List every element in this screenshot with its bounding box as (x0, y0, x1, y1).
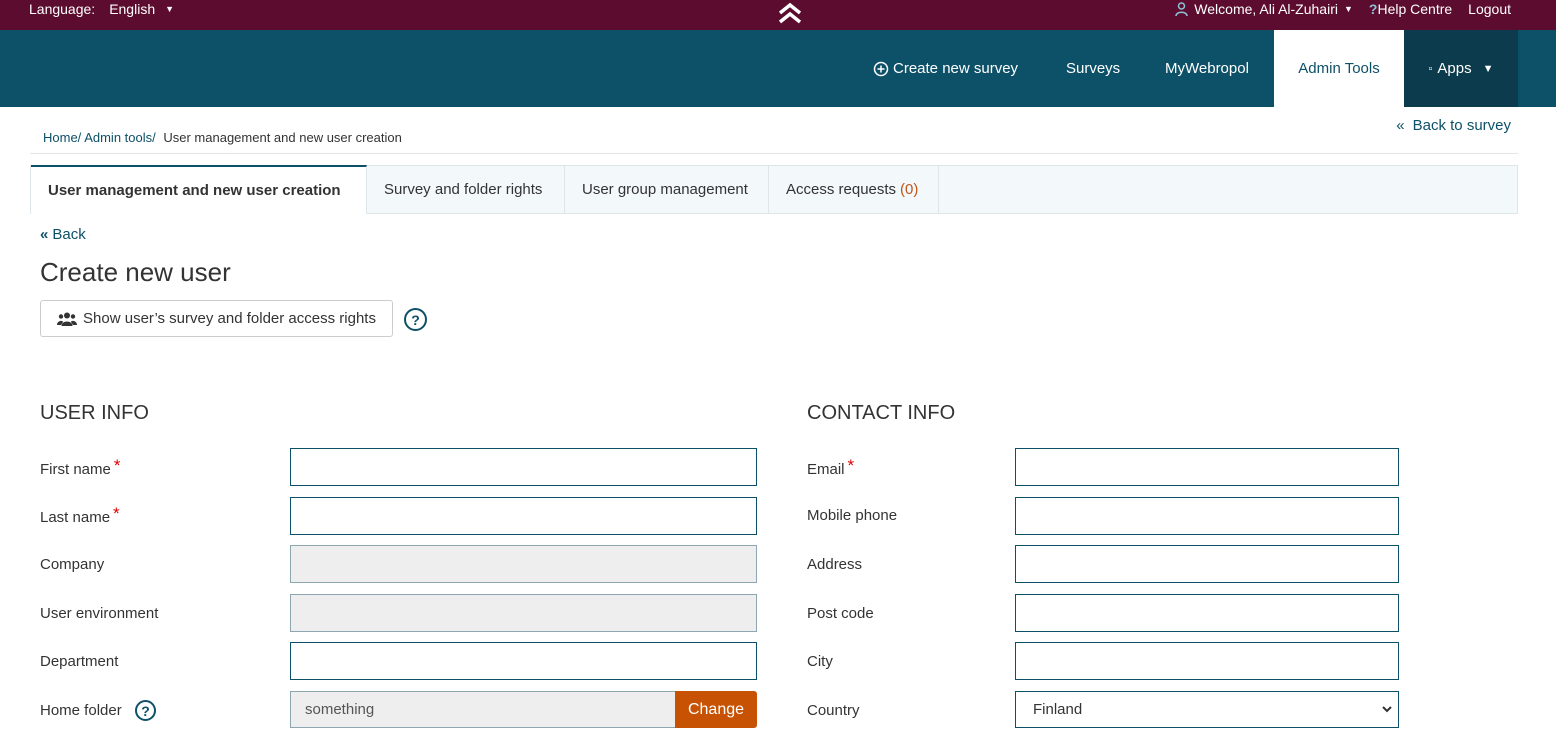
user-menu[interactable]: Welcome, Ali Al-Zuhairi ▼ (1175, 1, 1353, 17)
admin-tabs: User management and new user creation Su… (30, 165, 1518, 214)
breadcrumb: Home/ Admin tools/ User management and n… (43, 130, 402, 145)
breadcrumb-current: User management and new user creation (163, 130, 402, 145)
caret-down-icon: ▼ (165, 4, 175, 14)
back-link[interactable]: « Back (40, 226, 86, 243)
first-name-text: First name (40, 461, 111, 478)
home-folder-input: something (290, 691, 676, 728)
tab-label: Survey and folder rights (384, 181, 543, 198)
language-label: Language: (29, 1, 96, 17)
nav-create-label: Create new survey (893, 60, 1019, 77)
user-info-heading: USER INFO (40, 402, 149, 424)
nav-apps-label: Apps (1437, 60, 1472, 77)
divider (30, 153, 1518, 154)
nav-surveys[interactable]: Surveys (1066, 30, 1120, 107)
breadcrumb-home[interactable]: Home/ (43, 130, 81, 145)
last-name-text: Last name (40, 509, 111, 526)
back-to-survey-link[interactable]: « Back to survey (1396, 117, 1511, 134)
chevron-down-icon (1382, 706, 1392, 713)
user-environment-input (290, 594, 757, 632)
address-input[interactable] (1015, 545, 1399, 583)
department-input[interactable] (290, 642, 757, 680)
contact-info-heading: CONTACT INFO (807, 402, 956, 424)
welcome-text: Welcome, Ali Al-Zuhairi (1194, 1, 1338, 17)
help-centre-link[interactable]: ? Help Centre (1369, 1, 1452, 17)
help-icon[interactable]: ? (135, 700, 156, 721)
tab-label: User group management (582, 181, 748, 198)
post-code-label: Post code (807, 605, 874, 622)
users-icon (57, 312, 78, 326)
top-bar: Language: English ▼ Welcome, Ali Al-Zuha… (0, 0, 1556, 30)
mobile-phone-label: Mobile phone (807, 507, 898, 524)
back-label: Back (52, 226, 86, 243)
tab-survey-folder-rights[interactable]: Survey and folder rights (367, 166, 565, 213)
required-mark: * (113, 504, 120, 523)
required-mark: * (847, 456, 855, 475)
nav-create-survey[interactable]: Create new survey (873, 30, 1018, 107)
nav-apps[interactable]: ▫ Apps ▼ (1404, 30, 1518, 107)
country-label: Country (807, 702, 860, 719)
tab-user-group-management[interactable]: User group management (565, 166, 769, 213)
city-input[interactable] (1015, 642, 1399, 680)
tab-label: User management and new user creation (48, 182, 341, 199)
question-icon: ? (1368, 1, 1378, 17)
email-label: Email * (807, 456, 855, 479)
company-label: Company (40, 556, 105, 573)
last-name-input[interactable] (290, 497, 757, 535)
city-label: City (807, 653, 833, 670)
help-icon[interactable]: ? (404, 308, 427, 331)
tab-access-requests[interactable]: Access requests (0) (769, 166, 939, 213)
home-folder-label: Home folder (40, 702, 122, 719)
first-name-label: First name * (40, 456, 121, 479)
mobile-phone-input[interactable] (1015, 497, 1399, 535)
access-requests-count: (0) (900, 181, 919, 198)
nav-admin-tools[interactable]: Admin Tools (1274, 30, 1404, 107)
nav-mywebropol[interactable]: MyWebropol (1165, 30, 1249, 107)
help-centre-label: Help Centre (1377, 1, 1453, 17)
post-code-input[interactable] (1015, 594, 1399, 632)
back-to-survey-label: Back to survey (1412, 117, 1511, 134)
change-home-folder-button[interactable]: Change (675, 691, 757, 728)
double-chevron-left-icon: « (40, 226, 49, 243)
breadcrumb-admin-tools[interactable]: Admin tools/ (84, 130, 156, 145)
caret-down-icon: ▼ (1482, 62, 1494, 75)
double-chevron-left-icon: « (1396, 117, 1405, 134)
country-select[interactable]: Finland (1015, 691, 1399, 728)
logout-link[interactable]: Logout (1468, 1, 1511, 17)
email-input[interactable] (1015, 448, 1399, 486)
address-label: Address (807, 556, 863, 573)
country-value: Finland (1033, 701, 1083, 718)
tab-label: Access requests (786, 181, 897, 198)
user-icon (1175, 1, 1189, 16)
language-selector[interactable]: Language: English ▼ (29, 1, 174, 17)
first-name-input[interactable] (290, 448, 757, 486)
email-text: Email (807, 461, 845, 478)
user-environment-label: User environment (40, 605, 159, 622)
show-access-rights-label: Show user’s survey and folder access rig… (83, 310, 376, 327)
plus-circle-icon (873, 61, 889, 76)
collapse-up-icon[interactable] (776, 0, 804, 28)
main-nav: Create new survey Surveys MyWebropol Adm… (0, 30, 1556, 107)
last-name-label: Last name * (40, 504, 120, 527)
apps-icon: ▫ (1428, 62, 1433, 75)
show-access-rights-button[interactable]: Show user’s survey and folder access rig… (40, 300, 393, 337)
department-label: Department (40, 653, 119, 670)
company-input (290, 545, 757, 583)
nav-admin-label: Admin Tools (1298, 60, 1380, 77)
language-value[interactable]: English (109, 1, 155, 17)
page-title: Create new user (40, 257, 231, 287)
caret-down-icon: ▼ (1343, 4, 1353, 14)
tab-user-management[interactable]: User management and new user creation (31, 165, 367, 214)
required-mark: * (113, 456, 121, 475)
